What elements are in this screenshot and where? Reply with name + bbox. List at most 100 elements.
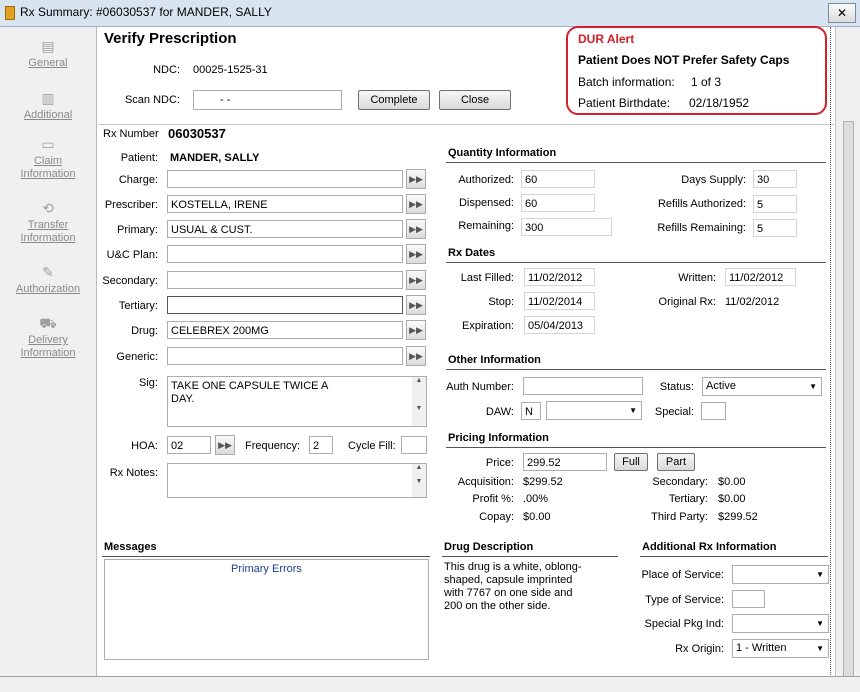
divider (446, 162, 826, 163)
nav-claim[interactable]: ▭ Claim Information (0, 135, 96, 181)
patient-value: MANDER, SALLY (170, 152, 260, 164)
remaining-input[interactable]: 300 (521, 218, 612, 236)
claim-icon: ▭ (41, 136, 55, 152)
daw-input[interactable]: N (521, 402, 541, 420)
secondary-lookup-button[interactable]: ▶▶ (406, 270, 426, 290)
original-rx-label: Original Rx: (658, 296, 716, 308)
primary-lookup-button[interactable]: ▶▶ (406, 219, 426, 239)
nav-delivery[interactable]: ⛟ Delivery Information (0, 314, 96, 360)
tertiary-lookup-button[interactable]: ▶▶ (406, 295, 426, 315)
left-nav: ▤ General ▥ Additional ▭ Claim Informati… (0, 27, 97, 677)
drug-input[interactable]: CELEBREX 200MG (167, 321, 403, 339)
drug-lookup-button[interactable]: ▶▶ (406, 320, 426, 340)
primary-input[interactable]: USUAL & CUST. (167, 220, 403, 238)
remaining-label: Remaining: (458, 220, 514, 232)
secondary-input[interactable] (167, 271, 403, 289)
rx-dates-heading: Rx Dates (448, 247, 496, 259)
messages-box: Primary Errors (104, 559, 429, 660)
days-supply-input[interactable]: 30 (753, 170, 797, 188)
full-button[interactable]: Full (614, 453, 648, 471)
acquisition-label: Acquisition: (457, 476, 514, 488)
auth-number-input[interactable] (523, 377, 643, 395)
tertiary-input[interactable] (167, 296, 403, 314)
status-label: Status: (659, 381, 694, 393)
refills-authorized-label: Refills Authorized: (657, 198, 746, 210)
refills-authorized-input[interactable]: 5 (753, 195, 797, 213)
stop-input[interactable]: 11/02/2014 (524, 292, 595, 310)
close-button[interactable]: Close (439, 90, 511, 110)
prescriber-input[interactable]: KOSTELLA, IRENE (167, 195, 403, 213)
prescriber-label: Prescriber: (104, 199, 158, 211)
nav-transfer[interactable]: ⟲ Transfer Information (0, 199, 96, 245)
generic-input[interactable] (167, 347, 403, 365)
uc-plan-input[interactable] (167, 245, 403, 263)
complete-button[interactable]: Complete (358, 90, 430, 110)
rx-notes-textarea[interactable]: ▲ ▼ (167, 463, 427, 498)
expiration-label: Expiration: (462, 320, 514, 332)
rx-number-value: 06030537 (168, 126, 226, 141)
rx-notes-scrollbar[interactable]: ▲ ▼ (412, 464, 426, 497)
authorization-icon: ✎ (42, 264, 54, 280)
price-input[interactable]: 299.52 (523, 453, 607, 471)
vertical-scrollbar[interactable] (835, 27, 860, 683)
expiration-input[interactable]: 05/04/2013 (524, 316, 595, 334)
scroll-thumb[interactable] (843, 121, 854, 683)
ndc-label: NDC: (153, 64, 180, 76)
cycle-fill-input[interactable] (401, 436, 427, 454)
chevron-down-icon: ▼ (809, 382, 817, 391)
tertiary-label: Tertiary: (118, 300, 158, 312)
fast-forward-icon: ▶▶ (409, 351, 423, 361)
generic-lookup-button[interactable]: ▶▶ (406, 346, 426, 366)
daw-label: DAW: (485, 406, 514, 418)
chevron-down-icon: ▼ (816, 619, 824, 628)
place-of-service-select[interactable]: ▼ (732, 565, 829, 584)
type-of-service-input[interactable] (732, 590, 765, 608)
nav-claim-label: Claim Information (20, 155, 76, 180)
scan-ndc-input[interactable]: - - (193, 90, 342, 110)
pricing-heading: Pricing Information (448, 432, 549, 444)
primary-errors-link[interactable]: Primary Errors (105, 563, 428, 575)
nav-additional[interactable]: ▥ Additional (0, 89, 96, 122)
nav-authorization[interactable]: ✎ Authorization (0, 263, 96, 296)
secondary-price-label: Secondary: (652, 476, 708, 488)
close-window-button[interactable]: ✕ (828, 3, 856, 23)
special-label: Special: (654, 406, 694, 418)
special-pkg-select[interactable]: ▼ (732, 614, 829, 633)
divider (446, 369, 826, 370)
drug-description-line-4: 200 on the other side. (444, 600, 551, 612)
uc-plan-lookup-button[interactable]: ▶▶ (406, 244, 426, 264)
hoa-lookup-button[interactable]: ▶▶ (215, 435, 235, 455)
nav-general[interactable]: ▤ General (0, 37, 96, 70)
quantity-heading: Quantity Information (448, 147, 557, 159)
status-select[interactable]: Active ▼ (702, 377, 822, 396)
prescriber-lookup-button[interactable]: ▶▶ (406, 194, 426, 214)
frequency-input[interactable]: 2 (309, 436, 333, 454)
written-input[interactable]: 11/02/2012 (725, 268, 796, 286)
rx-origin-select[interactable]: 1 - Written ▼ (732, 639, 829, 658)
chevron-down-icon: ▼ (816, 570, 824, 579)
divider (442, 556, 618, 557)
refills-remaining-input[interactable]: 5 (753, 219, 797, 237)
charge-lookup-button[interactable]: ▶▶ (406, 169, 426, 189)
authorized-input[interactable]: 60 (521, 170, 595, 188)
nav-additional-label: Additional (23, 109, 73, 121)
charge-input[interactable] (167, 170, 403, 188)
last-filled-input[interactable]: 11/02/2012 (524, 268, 595, 286)
secondary-price-value: $0.00 (718, 476, 746, 488)
divider (446, 262, 826, 263)
status-select-value: Active (706, 380, 736, 392)
daw-select[interactable]: ▼ (546, 401, 642, 420)
rx-number-label: Rx Number (103, 128, 159, 140)
nav-transfer-label: Transfer Information (20, 219, 76, 244)
part-button[interactable]: Part (657, 453, 695, 471)
dispensed-input[interactable]: 60 (521, 194, 595, 212)
generic-label: Generic: (116, 351, 158, 363)
fast-forward-icon: ▶▶ (218, 440, 232, 450)
sig-scrollbar[interactable]: ▲ ▼ (412, 377, 426, 426)
sig-line-1: TAKE ONE CAPSULE TWICE A (171, 380, 329, 392)
verify-heading: Verify Prescription (104, 30, 237, 47)
special-input[interactable] (701, 402, 726, 420)
hoa-input[interactable]: 02 (167, 436, 211, 454)
sig-textarea[interactable]: TAKE ONE CAPSULE TWICE A DAY. ▲ ▼ (167, 376, 427, 427)
dur-birth-label: Patient Birthdate: (578, 96, 671, 110)
